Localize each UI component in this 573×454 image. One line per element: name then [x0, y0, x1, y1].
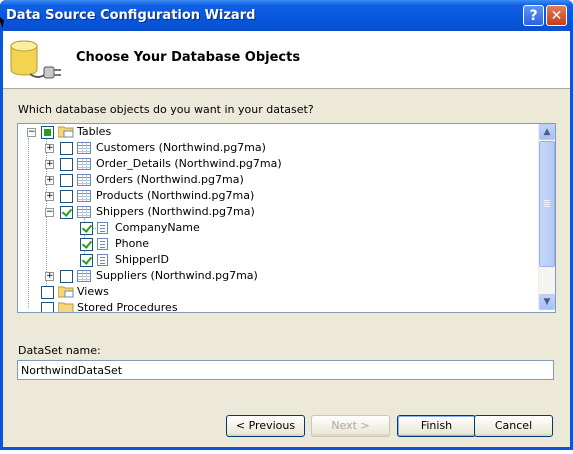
tree-label: Shippers (Northwind.pg7ma) [96, 205, 255, 218]
tree-node-suppliers[interactable]: + Suppliers (Northwind.pg7ma) [18, 268, 533, 284]
database-plug-icon [10, 40, 61, 79]
page-title: Choose Your Database Objects [76, 50, 301, 65]
views-checkbox[interactable] [41, 286, 54, 299]
chevron-up-icon: ▲ [543, 127, 551, 137]
table-checkbox[interactable] [60, 270, 73, 283]
tree-label: Suppliers (Northwind.pg7ma) [96, 269, 258, 282]
tree-label: Products (Northwind.pg7ma) [96, 189, 255, 202]
help-icon: ? [529, 8, 538, 24]
column-icon [97, 254, 108, 266]
tree-node-shippers[interactable]: − Shippers (Northwind.pg7ma) [18, 204, 533, 220]
close-button[interactable]: ✕ [546, 5, 567, 26]
tree-label: Stored Procedures [77, 301, 178, 313]
table-checkbox[interactable] [60, 206, 73, 219]
expand-toggle[interactable]: + [45, 176, 54, 185]
column-icon [97, 222, 108, 234]
expand-toggle[interactable]: + [45, 192, 54, 201]
tree-label: Tables [77, 125, 112, 138]
previous-button[interactable]: < Previous [226, 415, 305, 437]
folder-views-icon [58, 286, 74, 298]
desktop-strip [0, 450, 573, 454]
field-checkbox[interactable] [80, 254, 93, 267]
folder-tables-icon [58, 126, 74, 138]
tree-node-views[interactable]: Views [18, 284, 533, 300]
scroll-thumb[interactable] [539, 141, 555, 267]
folder-procedures-icon [58, 302, 74, 312]
tree-label: Views [77, 285, 109, 298]
tree-label: ShipperID [115, 253, 169, 266]
tree-label: Order_Details (Northwind.pg7ma) [96, 157, 282, 170]
tree-node-customers[interactable]: + Customers (Northwind.pg7ma) [18, 140, 533, 156]
dataset-name-input[interactable] [17, 360, 554, 380]
window-title: Data Source Configuration Wizard [6, 8, 256, 23]
dataset-name-label: DataSet name: [18, 344, 101, 357]
table-icon [77, 270, 91, 282]
tree-node-companyname[interactable]: CompanyName [18, 220, 533, 236]
tables-checkbox[interactable] [41, 126, 54, 139]
table-icon [77, 158, 91, 170]
help-button[interactable]: ? [523, 5, 544, 26]
table-icon [77, 174, 91, 186]
tree-label: Phone [115, 237, 150, 250]
wizard-header: Choose Your Database Objects [3, 31, 570, 89]
scroll-down-button[interactable]: ▼ [539, 294, 555, 310]
next-button[interactable]: Next > [311, 415, 390, 437]
collapse-toggle[interactable]: − [45, 208, 54, 217]
tree-node-tables[interactable]: − Tables [18, 124, 533, 140]
tree-label: CompanyName [115, 221, 200, 234]
field-checkbox[interactable] [80, 238, 93, 251]
expand-toggle[interactable]: + [45, 160, 54, 169]
tree-scrollbar[interactable]: ▲ ▼ [538, 124, 555, 310]
database-objects-tree[interactable]: − Tables + Customers (Northwind.pg7ma) + [17, 123, 556, 313]
tree-node-orders[interactable]: + Orders (Northwind.pg7ma) [18, 172, 533, 188]
tree-node-products[interactable]: + Products (Northwind.pg7ma) [18, 188, 533, 204]
tree-label: Customers (Northwind.pg7ma) [96, 141, 266, 154]
tree-node-shipperid[interactable]: ShipperID [18, 252, 533, 268]
tree-label: Orders (Northwind.pg7ma) [96, 173, 244, 186]
table-icon [77, 190, 91, 202]
expand-toggle[interactable]: + [45, 144, 54, 153]
tree-node-phone[interactable]: Phone [18, 236, 533, 252]
table-checkbox[interactable] [60, 158, 73, 171]
objects-question-label: Which database objects do you want in yo… [18, 103, 314, 116]
procedures-checkbox[interactable] [41, 302, 54, 312]
finish-button[interactable]: Finish [397, 415, 476, 437]
title-bar[interactable]: Data Source Configuration Wizard ? ✕ [0, 0, 573, 31]
column-icon [97, 238, 108, 250]
tree-node-stored-procedures[interactable]: Stored Procedures [18, 300, 533, 313]
table-icon [77, 206, 91, 218]
cancel-button[interactable]: Cancel [474, 415, 553, 437]
field-checkbox[interactable] [80, 222, 93, 235]
tree-node-order-details[interactable]: + Order_Details (Northwind.pg7ma) [18, 156, 533, 172]
dialog-body: Choose Your Database Objects Which datab… [3, 31, 570, 447]
table-checkbox[interactable] [60, 142, 73, 155]
close-icon: ✕ [550, 8, 563, 24]
expand-toggle[interactable]: + [45, 272, 54, 281]
collapse-toggle[interactable]: − [27, 128, 36, 137]
table-checkbox[interactable] [60, 174, 73, 187]
wizard-window: Data Source Configuration Wizard ? ✕ Cho… [0, 0, 573, 450]
table-checkbox[interactable] [60, 190, 73, 203]
chevron-down-icon: ▼ [543, 297, 551, 307]
table-icon [77, 142, 91, 154]
scroll-up-button[interactable]: ▲ [539, 124, 555, 140]
grip-icon [544, 200, 550, 201]
